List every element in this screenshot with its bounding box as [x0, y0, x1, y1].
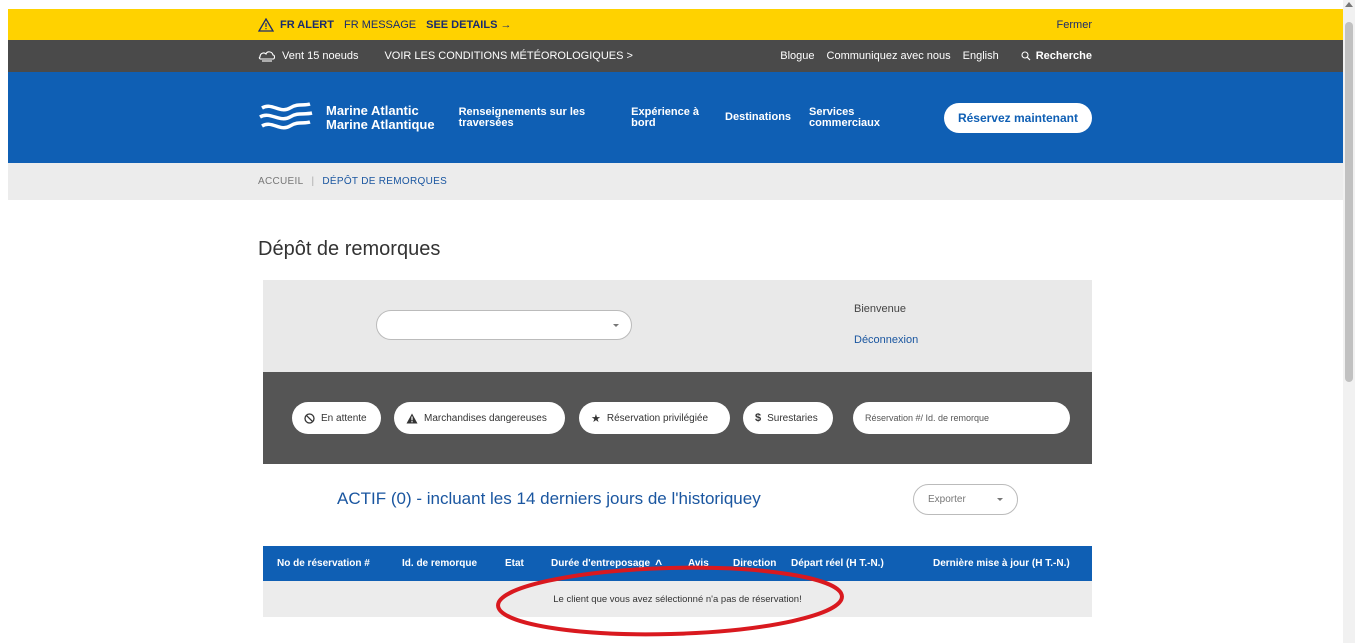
table-empty-row: Le client que vous avez sélectionné n'a … — [263, 581, 1092, 617]
logout-link[interactable]: Déconnexion — [854, 334, 918, 346]
column-last-update[interactable]: Dernière mise à jour (H T.-N.) — [933, 546, 1070, 581]
column-storage-duration-label: Durée d'entreposage — [551, 558, 651, 569]
dollar-icon: $ — [755, 412, 762, 424]
wind-text: Vent 15 noeuds — [282, 50, 359, 62]
wind-icon — [258, 51, 276, 62]
breadcrumb-separator: | — [311, 176, 315, 187]
alert-close-button[interactable]: Fermer — [1057, 19, 1092, 31]
filter-priority-label: Réservation privilégiée — [606, 412, 709, 424]
filter-priority-button[interactable]: ★ Réservation privilégiée — [579, 402, 730, 434]
export-select[interactable]: Exporter — [913, 484, 1018, 515]
nav-item-crossings[interactable]: Renseignements sur les traversées — [459, 106, 586, 129]
wind-status: Vent 15 noeuds — [258, 50, 358, 62]
breadcrumb-home-link[interactable]: ACCUEIL — [258, 176, 303, 187]
column-trailer-id[interactable]: Id. de remorque — [402, 546, 477, 581]
breadcrumb-current: DÉPÔT DE REMORQUES — [322, 176, 448, 187]
logo-line-1: Marine Atlantic — [326, 102, 419, 118]
search-link[interactable]: Recherche — [1021, 50, 1092, 62]
empty-message: Le client que vous avez sélectionné n'a … — [553, 593, 802, 605]
filter-pending-button[interactable]: En attente — [292, 402, 381, 434]
alert-details-link[interactable]: SEE DETAILS → — [426, 19, 511, 31]
scrollbar-thumb[interactable] — [1345, 22, 1353, 382]
nav-item-onboard[interactable]: Expérience à bord — [631, 106, 699, 129]
contact-link[interactable]: Communiquez avec nous — [827, 50, 951, 62]
chevron-down-icon — [613, 324, 619, 327]
weather-conditions-link[interactable]: VOIR LES CONDITIONS MÉTÉOROLOGIQUES > — [384, 50, 632, 62]
export-label: Exporter — [928, 494, 966, 505]
column-reservation-number[interactable]: No de réservation # — [277, 546, 370, 581]
breadcrumb: ACCUEIL | DÉPÔT DE REMORQUES — [8, 163, 1343, 200]
alert-message: FR MESSAGE — [343, 18, 417, 31]
sort-up-icon: ^ — [655, 556, 663, 571]
scroll-up-icon[interactable] — [1345, 2, 1353, 7]
main-navigation: Marine Atlantic Marine Atlantique Rensei… — [8, 72, 1343, 163]
client-select[interactable] — [376, 310, 632, 340]
filter-demurrage-button[interactable]: $ Surestaries — [743, 402, 833, 434]
nav-item-destinations[interactable]: Destinations — [725, 112, 791, 123]
column-notice[interactable]: Avis — [688, 546, 709, 581]
filter-dangerous-goods-button[interactable]: Marchandises dangereuses — [394, 402, 565, 434]
filter-dangerous-goods-label: Marchandises dangereuses — [424, 412, 547, 424]
column-actual-departure[interactable]: Départ réel (H T.-N.) — [791, 546, 884, 581]
star-icon: ★ — [591, 412, 601, 425]
reservation-search-input[interactable] — [853, 402, 1070, 434]
account-panel: Bienvenue Déconnexion — [263, 280, 1092, 372]
filter-bar: En attente Marchandises dangereuses ★ Ré… — [263, 372, 1092, 464]
logo-text: Marine Atlantic Marine Atlantique — [326, 102, 435, 132]
reserve-now-button[interactable]: Réservez maintenant — [943, 102, 1092, 133]
warning-icon — [406, 413, 418, 423]
filter-pending-label: En attente — [321, 412, 367, 424]
utility-bar: Vent 15 noeuds VOIR LES CONDITIONS MÉTÉO… — [8, 40, 1343, 72]
nav-item-commercial[interactable]: Services commerciaux — [809, 106, 880, 129]
column-direction[interactable]: Direction — [733, 546, 776, 581]
page-scrollbar[interactable] — [1343, 0, 1355, 643]
active-results-heading: ACTIF (0) - incluant les 14 derniers jou… — [337, 489, 761, 508]
chevron-down-icon — [997, 498, 1003, 501]
warning-icon — [258, 17, 274, 32]
welcome-text: Bienvenue — [854, 303, 906, 315]
column-storage-duration[interactable]: Durée d'entreposage ^ — [551, 546, 662, 581]
reservations-table-header: No de réservation # Id. de remorque Etat… — [263, 546, 1092, 581]
page-title: Dépôt de remorques — [258, 238, 441, 260]
alert-title: FR ALERT — [280, 18, 334, 31]
column-status[interactable]: Etat — [505, 546, 524, 581]
blocked-icon — [304, 412, 315, 424]
waves-logo-icon — [259, 101, 313, 129]
logo-line-2: Marine Atlantique — [326, 116, 435, 132]
alert-bar: FR ALERT FR MESSAGE SEE DETAILS → Fermer — [8, 9, 1343, 40]
logo[interactable]: Marine Atlantic Marine Atlantique — [258, 100, 435, 136]
filter-demurrage-label: Surestaries — [767, 412, 818, 424]
search-icon — [1021, 51, 1031, 61]
blog-link[interactable]: Blogue — [780, 50, 814, 62]
language-link[interactable]: English — [963, 50, 999, 62]
search-label: Recherche — [1035, 50, 1092, 62]
